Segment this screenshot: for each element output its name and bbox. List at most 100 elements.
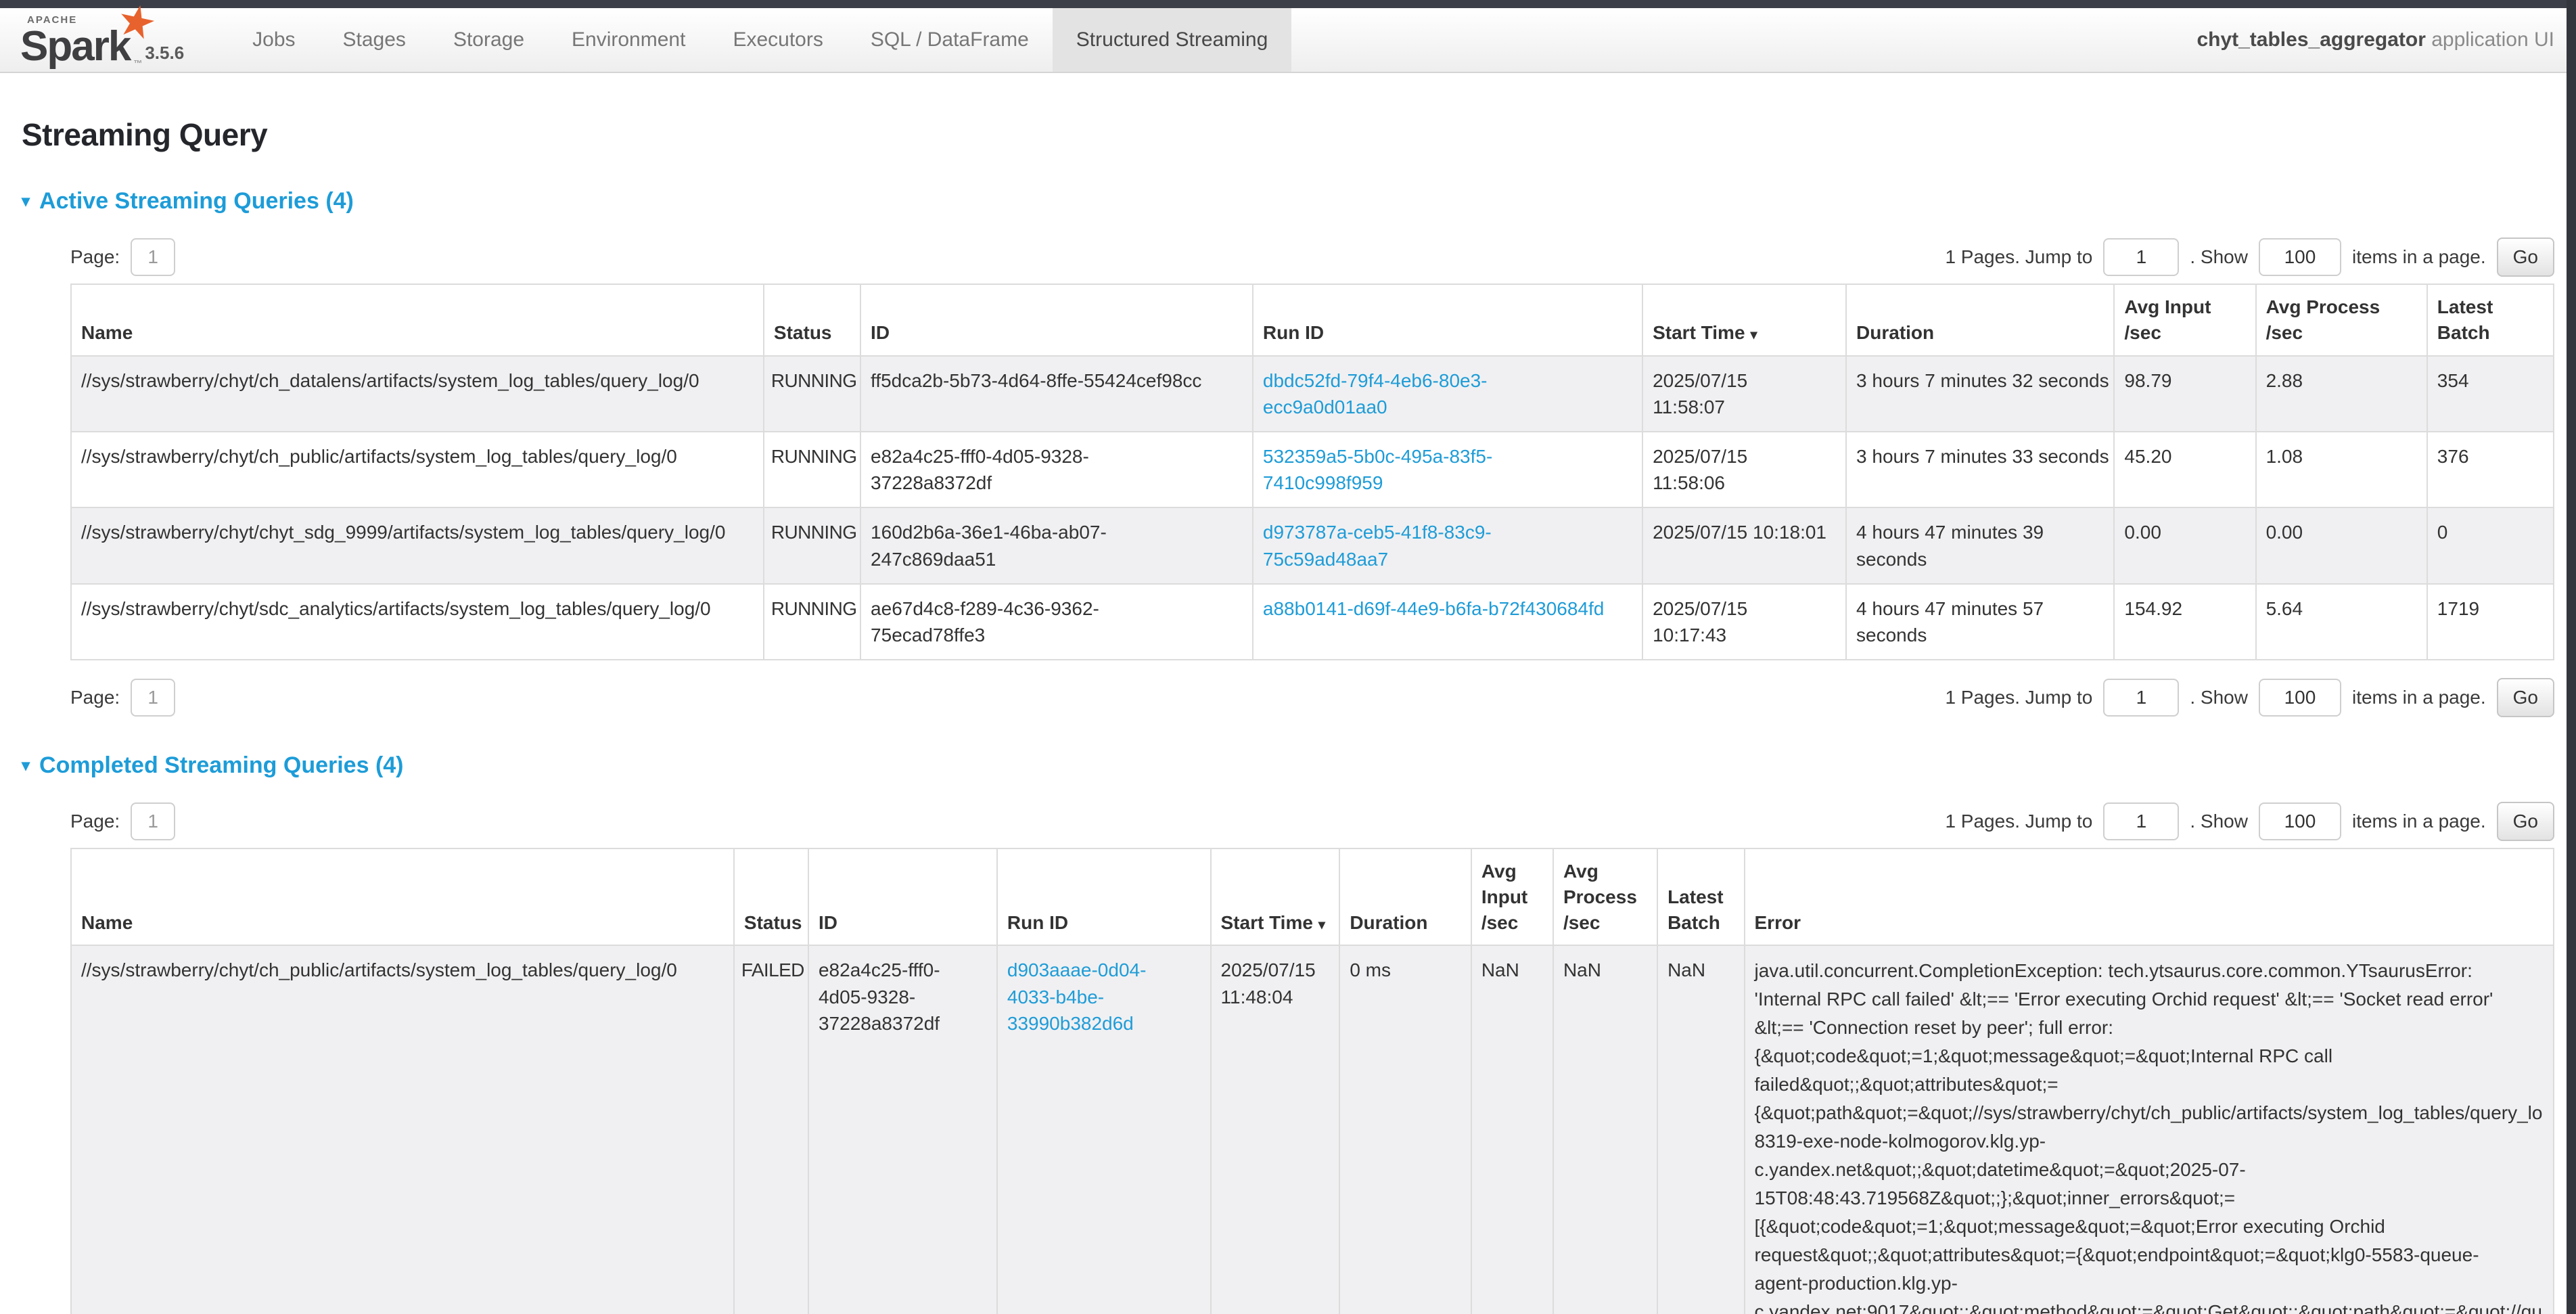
cell-latest-batch: 376 bbox=[2427, 432, 2554, 507]
cell-status: RUNNING bbox=[764, 584, 860, 660]
cell-id: 160d2b6a-36e1-46ba-ab07- 247c869daa51 bbox=[860, 507, 1253, 583]
collapse-arrow-icon: ▾ bbox=[22, 756, 30, 775]
col-header-name[interactable]: Name bbox=[71, 848, 734, 945]
apache-label: APACHE bbox=[27, 15, 77, 25]
cell-avg-input: 154.92 bbox=[2114, 584, 2255, 660]
cell-duration: 4 hours 47 minutes 57 seconds bbox=[1846, 584, 2114, 660]
sort-desc-icon: ▾ bbox=[1751, 327, 1757, 342]
col-header-latest-batch[interactable]: Latest Batch bbox=[1657, 848, 1744, 945]
completed-queries-section-toggle[interactable]: ▾ Completed Streaming Queries (4) bbox=[22, 752, 2554, 779]
col-header-status[interactable]: Status bbox=[734, 848, 808, 945]
col-header-start-time[interactable]: Start Time▾ bbox=[1211, 848, 1340, 945]
tab-executors[interactable]: Executors bbox=[709, 8, 846, 72]
spark-star-icon: ★ bbox=[116, 0, 157, 45]
col-header-error[interactable]: Error bbox=[1745, 848, 2554, 945]
spark-logo[interactable]: APACHESpark★™ 3.5.6 bbox=[20, 8, 211, 72]
cell-duration: 3 hours 7 minutes 33 seconds bbox=[1846, 432, 2114, 507]
jump-to-input[interactable] bbox=[2103, 679, 2179, 717]
items-label: items in a page. bbox=[2352, 811, 2486, 832]
page-number-input[interactable] bbox=[131, 679, 175, 717]
completed-pagination-top: Page: 1 Pages. Jump to . Show items in a… bbox=[70, 802, 2554, 841]
jump-to-input[interactable] bbox=[2103, 802, 2179, 840]
run-id-link[interactable]: d903aaae-0d04- 4033-b4be- 33990b382d6d bbox=[1007, 959, 1147, 1033]
items-label: items in a page. bbox=[2352, 687, 2486, 708]
cell-error: java.util.concurrent.CompletionException… bbox=[1745, 945, 2554, 1314]
run-id-link[interactable]: dbdc52fd-79f4-4eb6-80e3- ecc9a0d01aa0 bbox=[1263, 370, 1488, 417]
active-pagination-top: Page: 1 Pages. Jump to . Show items in a… bbox=[70, 237, 2554, 277]
page-content: Streaming Query ▾ Active Streaming Queri… bbox=[0, 116, 2576, 1314]
cell-avg-process: 2.88 bbox=[2256, 356, 2427, 432]
items-per-page-input[interactable] bbox=[2259, 679, 2341, 717]
col-header-id[interactable]: ID bbox=[860, 284, 1253, 356]
items-per-page-input[interactable] bbox=[2259, 802, 2341, 840]
col-header-start-time[interactable]: Start Time▾ bbox=[1642, 284, 1846, 356]
tab-stages[interactable]: Stages bbox=[319, 8, 430, 72]
cell-avg-input: 45.20 bbox=[2114, 432, 2255, 507]
items-per-page-input[interactable] bbox=[2259, 238, 2341, 276]
col-header-avg-input[interactable]: Avg Input /sec bbox=[1471, 848, 1553, 945]
col-header-avg-process[interactable]: Avg Process /sec bbox=[1553, 848, 1657, 945]
active-pagination-bottom: Page: 1 Pages. Jump to . Show items in a… bbox=[70, 678, 2554, 717]
run-id-link[interactable]: d973787a-ceb5-41f8-83c9- 75c59ad48aa7 bbox=[1263, 522, 1492, 569]
cell-name: //sys/strawberry/chyt/ch_public/artifact… bbox=[71, 945, 734, 1314]
cell-status: RUNNING bbox=[764, 356, 860, 432]
go-button[interactable]: Go bbox=[2497, 678, 2554, 717]
page-number-input[interactable] bbox=[131, 802, 175, 840]
cell-duration: 0 ms bbox=[1339, 945, 1471, 1314]
show-label: . Show bbox=[2190, 811, 2248, 832]
active-table-row: //sys/strawberry/chyt/chyt_sdg_9999/arti… bbox=[71, 507, 2554, 583]
page-label: Page: bbox=[70, 246, 120, 268]
cell-start-time: 2025/07/15 11:58:07 bbox=[1642, 356, 1846, 432]
col-header-avg-input[interactable]: Avg Input /sec bbox=[2114, 284, 2255, 356]
col-header-duration[interactable]: Duration bbox=[1846, 284, 2114, 356]
go-button[interactable]: Go bbox=[2497, 802, 2554, 841]
show-label: . Show bbox=[2190, 246, 2248, 268]
page-label: Page: bbox=[70, 811, 120, 832]
completed-queries-section-title: Completed Streaming Queries (4) bbox=[39, 752, 403, 779]
show-label: . Show bbox=[2190, 687, 2248, 708]
cell-status: RUNNING bbox=[764, 507, 860, 583]
spark-brand-text: Spark bbox=[20, 23, 130, 70]
tab-environment[interactable]: Environment bbox=[548, 8, 709, 72]
cell-name: //sys/strawberry/chyt/sdc_analytics/arti… bbox=[71, 584, 764, 660]
window-top-edge bbox=[0, 0, 2576, 8]
pages-jump-label: 1 Pages. Jump to bbox=[1945, 811, 2092, 832]
page-label: Page: bbox=[70, 687, 120, 708]
cell-avg-input: NaN bbox=[1471, 945, 1553, 1314]
cell-id: e82a4c25-fff0-4d05-9328- 37228a8372df bbox=[860, 432, 1253, 507]
cell-avg-input: 98.79 bbox=[2114, 356, 2255, 432]
nav-tabs: Jobs Stages Storage Environment Executor… bbox=[229, 8, 1291, 72]
run-id-link[interactable]: a88b0141-d69f-44e9-b6fa-b72f430684fd bbox=[1263, 598, 1604, 619]
tab-structured-streaming[interactable]: Structured Streaming bbox=[1053, 8, 1291, 72]
col-header-avg-process[interactable]: Avg Process /sec bbox=[2256, 284, 2427, 356]
col-header-duration[interactable]: Duration bbox=[1339, 848, 1471, 945]
col-header-latest-batch[interactable]: Latest Batch bbox=[2427, 284, 2554, 356]
go-button[interactable]: Go bbox=[2497, 237, 2554, 277]
spark-ui-screen: APACHESpark★™ 3.5.6 Jobs Stages Storage … bbox=[0, 0, 2576, 1314]
cell-avg-process: 1.08 bbox=[2256, 432, 2427, 507]
cell-status: FAILED bbox=[734, 945, 808, 1314]
pages-jump-label: 1 Pages. Jump to bbox=[1945, 687, 2092, 708]
cell-latest-batch: NaN bbox=[1657, 945, 1744, 1314]
cell-avg-process: 5.64 bbox=[2256, 584, 2427, 660]
application-name: chyt_tables_aggregator bbox=[2196, 28, 2425, 51]
active-queries-section-toggle[interactable]: ▾ Active Streaming Queries (4) bbox=[22, 188, 2554, 214]
completed-queries-table: Name Status ID Run ID Start Time▾ Durati… bbox=[70, 848, 2554, 1314]
cell-run-id: a88b0141-d69f-44e9-b6fa-b72f430684fd bbox=[1253, 584, 1642, 660]
col-header-run-id[interactable]: Run ID bbox=[997, 848, 1211, 945]
cell-start-time: 2025/07/15 10:17:43 bbox=[1642, 584, 1846, 660]
tab-sql-dataframe[interactable]: SQL / DataFrame bbox=[847, 8, 1053, 72]
cell-run-id: 532359a5-5b0c-495a-83f5- 7410c998f959 bbox=[1253, 432, 1642, 507]
cell-run-id: d973787a-ceb5-41f8-83c9- 75c59ad48aa7 bbox=[1253, 507, 1642, 583]
spark-version: 3.5.6 bbox=[145, 43, 184, 68]
jump-to-input[interactable] bbox=[2103, 238, 2179, 276]
tab-storage[interactable]: Storage bbox=[430, 8, 548, 72]
col-header-status[interactable]: Status bbox=[764, 284, 860, 356]
col-header-run-id[interactable]: Run ID bbox=[1253, 284, 1642, 356]
tab-jobs[interactable]: Jobs bbox=[229, 8, 319, 72]
col-header-id[interactable]: ID bbox=[808, 848, 997, 945]
cell-run-id: d903aaae-0d04- 4033-b4be- 33990b382d6d bbox=[997, 945, 1211, 1314]
run-id-link[interactable]: 532359a5-5b0c-495a-83f5- 7410c998f959 bbox=[1263, 446, 1492, 493]
col-header-name[interactable]: Name bbox=[71, 284, 764, 356]
page-number-input[interactable] bbox=[131, 238, 175, 276]
